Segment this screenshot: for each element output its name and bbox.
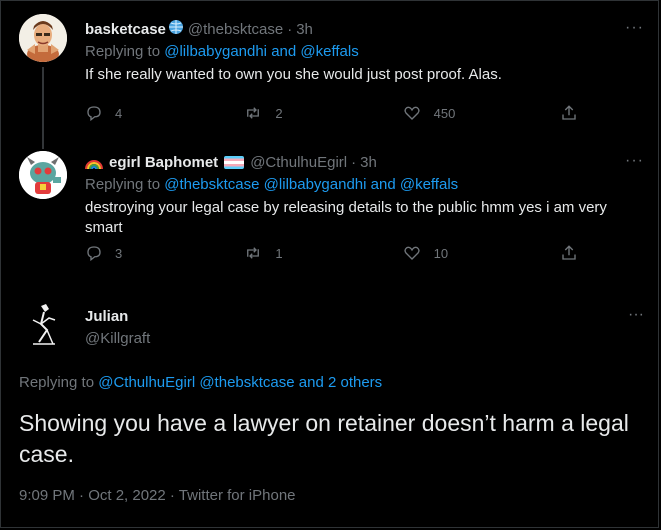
- tweet-egirl-baphomet[interactable]: egirl Baphomet @CthulhuEgirl · 3h ··· Re…: [1, 138, 658, 288]
- mention-link[interactable]: @lilbabygandhi: [164, 43, 267, 60]
- mention-conjunction: and: [271, 43, 297, 60]
- comment-icon: [87, 106, 101, 122]
- retweet-icon: [247, 247, 260, 259]
- replying-to-line: Replying to @thebsktcase @lilbabygandhi …: [85, 175, 644, 195]
- replying-to-label: Replying to: [85, 176, 161, 193]
- more-options-icon[interactable]: ···: [628, 306, 644, 324]
- trans-flag-icon: [224, 155, 245, 169]
- display-name[interactable]: basketcase: [85, 21, 166, 38]
- reply-count: 4: [115, 105, 123, 121]
- tweet-timestamp-source[interactable]: 9:09 PM · Oct 2, 2022 · Twitter for iPho…: [19, 487, 296, 504]
- tweet-time[interactable]: 3h: [360, 154, 377, 171]
- retweet-button[interactable]: 1: [243, 244, 363, 262]
- tweet-text: destroying your legal case by releasing …: [85, 199, 607, 236]
- mention-conjunction: and: [370, 176, 396, 193]
- mention-link[interactable]: @thebsktcase: [199, 374, 294, 391]
- avatar-cartoon-creature-icon: [19, 151, 67, 199]
- tweet-basketcase[interactable]: basketcase @thebsktcase · 3h ··· Replyin…: [1, 1, 658, 149]
- avatar-egirl-baphomet[interactable]: [19, 151, 67, 199]
- rainbow-emoji-icon: [85, 154, 103, 170]
- like-count: 450: [433, 105, 456, 121]
- user-handle[interactable]: @CthulhuEgirl: [250, 154, 347, 171]
- reply-button[interactable]: 3: [85, 244, 205, 262]
- mention-link[interactable]: @keffals: [400, 176, 458, 193]
- retweet-count: 1: [275, 245, 283, 261]
- tweet-header: basketcase @thebsktcase · 3h ···: [85, 19, 644, 39]
- more-options-icon[interactable]: ···: [625, 19, 644, 37]
- retweet-count: 2: [275, 105, 283, 121]
- more-options-icon[interactable]: ···: [625, 152, 644, 170]
- replying-to-line: Replying to @lilbabygandhi and @keffals: [85, 42, 644, 62]
- tweet-header: egirl Baphomet @CthulhuEgirl · 3h ···: [85, 152, 644, 172]
- tweet-actions: 3 1 10: [85, 244, 578, 262]
- like-button[interactable]: 10: [402, 244, 522, 262]
- mention-link[interactable]: @thebsktcase: [164, 176, 259, 193]
- display-name[interactable]: egirl Baphomet: [109, 154, 218, 171]
- tweet-thread-view: basketcase @thebsktcase · 3h ··· Replyin…: [0, 0, 659, 528]
- user-handle[interactable]: @thebsktcase: [188, 21, 283, 38]
- avatar-sketch-figure-icon: [19, 300, 67, 348]
- replying-to-label: Replying to: [85, 43, 161, 60]
- avatar-julian[interactable]: [19, 300, 67, 348]
- avatar-cartoon-man-icon: [19, 14, 67, 62]
- separator-dot: ·: [351, 153, 357, 171]
- tweet-time[interactable]: 3h: [296, 21, 313, 38]
- comment-icon: [87, 246, 101, 262]
- heart-icon: [404, 246, 420, 260]
- tweet-content: egirl Baphomet @CthulhuEgirl · 3h ··· Re…: [85, 152, 644, 238]
- user-handle[interactable]: @Killgraft: [85, 330, 150, 347]
- reply-button[interactable]: 4: [85, 104, 205, 122]
- share-icon: [562, 245, 576, 260]
- mention-link[interactable]: @CthulhuEgirl: [98, 374, 195, 391]
- replying-to-label: Replying to: [19, 374, 95, 391]
- globe-emoji-icon: [168, 19, 184, 39]
- heart-icon: [404, 106, 420, 120]
- share-button[interactable]: [560, 244, 578, 262]
- tweet-text: If she really wanted to own you she woul…: [85, 66, 502, 83]
- focused-tweet-text: Showing you have a lawyer on retainer do…: [19, 410, 629, 467]
- mention-link[interactable]: @keffals: [300, 43, 358, 60]
- like-button[interactable]: 450: [402, 104, 522, 122]
- separator-dot: ·: [287, 20, 293, 38]
- replying-to-line: Replying to @CthulhuEgirl @thebsktcase a…: [19, 374, 382, 391]
- mention-others-link[interactable]: and 2 others: [299, 374, 382, 391]
- reply-count: 3: [115, 245, 123, 261]
- avatar-basketcase[interactable]: [19, 14, 67, 62]
- share-button[interactable]: [560, 104, 578, 122]
- retweet-icon: [247, 107, 260, 119]
- like-count: 10: [433, 245, 449, 261]
- tweet-content: basketcase @thebsktcase · 3h ··· Replyin…: [85, 19, 644, 85]
- retweet-button[interactable]: 2: [243, 104, 363, 122]
- focused-tweet: Julian @Killgraft ··· Replying to @Cthul…: [1, 288, 658, 527]
- share-icon: [562, 105, 576, 120]
- mention-link[interactable]: @lilbabygandhi: [264, 176, 367, 193]
- thread-connector-line: [42, 67, 44, 149]
- display-name[interactable]: Julian: [85, 308, 128, 325]
- tweet-actions: 4 2 450: [85, 104, 578, 122]
